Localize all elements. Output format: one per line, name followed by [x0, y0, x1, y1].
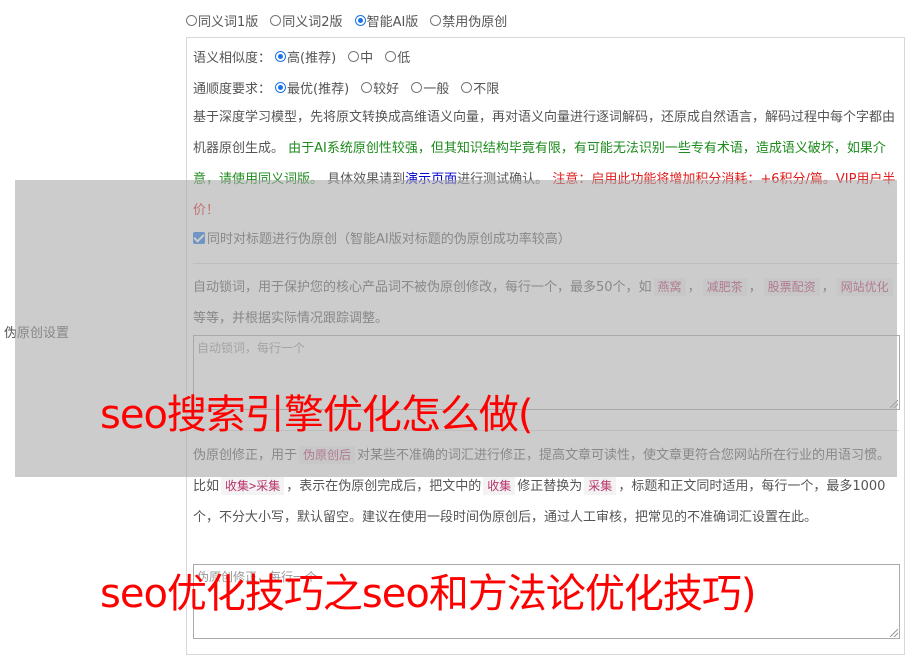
example-tag: 减肥茶 — [702, 278, 747, 296]
similarity-low[interactable]: 低 — [385, 47, 410, 66]
similarity-label: 语义相似度： — [193, 51, 272, 66]
section-label: 伪原创设置 — [4, 326, 70, 341]
radio-icon[interactable] — [348, 51, 360, 62]
correction-description: 伪原创修正，用于 伪原创后 对某些不准确的词汇进行修正，提高文章可读性，使文章更符合… — [193, 446, 891, 525]
radio-checked-icon[interactable] — [354, 14, 366, 26]
fluency-good[interactable]: 较好 — [361, 78, 399, 97]
mode-option-ai[interactable]: 智能AI版 — [354, 11, 418, 30]
radio-checked-icon[interactable] — [275, 82, 287, 93]
example-tag: 网站优化 — [836, 278, 893, 296]
radio-checked-icon[interactable] — [275, 51, 287, 62]
overlay-heading-1: seo搜索引擎优化怎么做( — [100, 392, 534, 438]
mode-option-disable[interactable]: 禁用伪原创 — [430, 11, 507, 30]
mode-radio-group: 同义词1版 同义词2版 智能AI版 禁用伪原创 — [186, 10, 519, 30]
example-tag: 燕窝 — [653, 278, 686, 296]
overlay-heading-2: seo优化技巧之seo和方法论优化技巧) — [100, 571, 756, 617]
fluency-row: 通顺度要求： 最优(推荐) 较好 一般 不限 — [193, 78, 511, 97]
radio-icon[interactable] — [361, 82, 373, 93]
example-tag: 收集>采集 — [221, 477, 285, 495]
resize-grip-icon[interactable] — [890, 400, 898, 408]
example-tag: 采集 — [584, 477, 617, 495]
checkbox-checked-icon[interactable] — [193, 231, 205, 244]
similarity-row: 语义相似度： 高(推荐) 中 低 — [193, 47, 422, 66]
example-tag: 伪原创后 — [299, 446, 356, 464]
fluency-label: 通顺度要求： — [193, 82, 272, 97]
example-tag: 收集 — [483, 477, 516, 495]
radio-icon[interactable] — [385, 51, 397, 62]
fluency-any[interactable]: 不限 — [461, 78, 499, 97]
resize-grip-icon[interactable] — [890, 629, 898, 637]
radio-icon[interactable] — [430, 14, 442, 26]
example-tag: 股票配资 — [763, 278, 820, 296]
divider — [193, 263, 899, 264]
fluency-normal[interactable]: 一般 — [411, 78, 449, 97]
lock-words-description: 自动锁词，用于保护您的核心产品词不被伪原创修改，每行一个，最多50个，如 燕窝，减… — [193, 272, 899, 334]
mode-option-synonym2[interactable]: 同义词2版 — [270, 11, 343, 30]
radio-icon[interactable] — [270, 14, 282, 26]
ai-description: 基于深度学习模型，先将原文转换成高维语义向量，再对语义向量进行逐词解码，还原成自… — [193, 110, 896, 218]
similarity-high[interactable]: 高(推荐) — [275, 47, 336, 66]
radio-icon[interactable] — [461, 82, 473, 93]
title-checkbox-row[interactable]: 同时对标题进行伪原创（智能AI版对标题的伪原创成功率较高） — [193, 228, 571, 247]
fluency-best[interactable]: 最优(推荐) — [275, 78, 349, 97]
radio-icon[interactable] — [411, 82, 423, 93]
radio-icon[interactable] — [186, 14, 197, 26]
similarity-medium[interactable]: 中 — [348, 47, 373, 66]
demo-page-link[interactable]: 演示页面 — [405, 172, 457, 187]
mode-option-synonym1[interactable]: 同义词1版 — [186, 11, 258, 30]
